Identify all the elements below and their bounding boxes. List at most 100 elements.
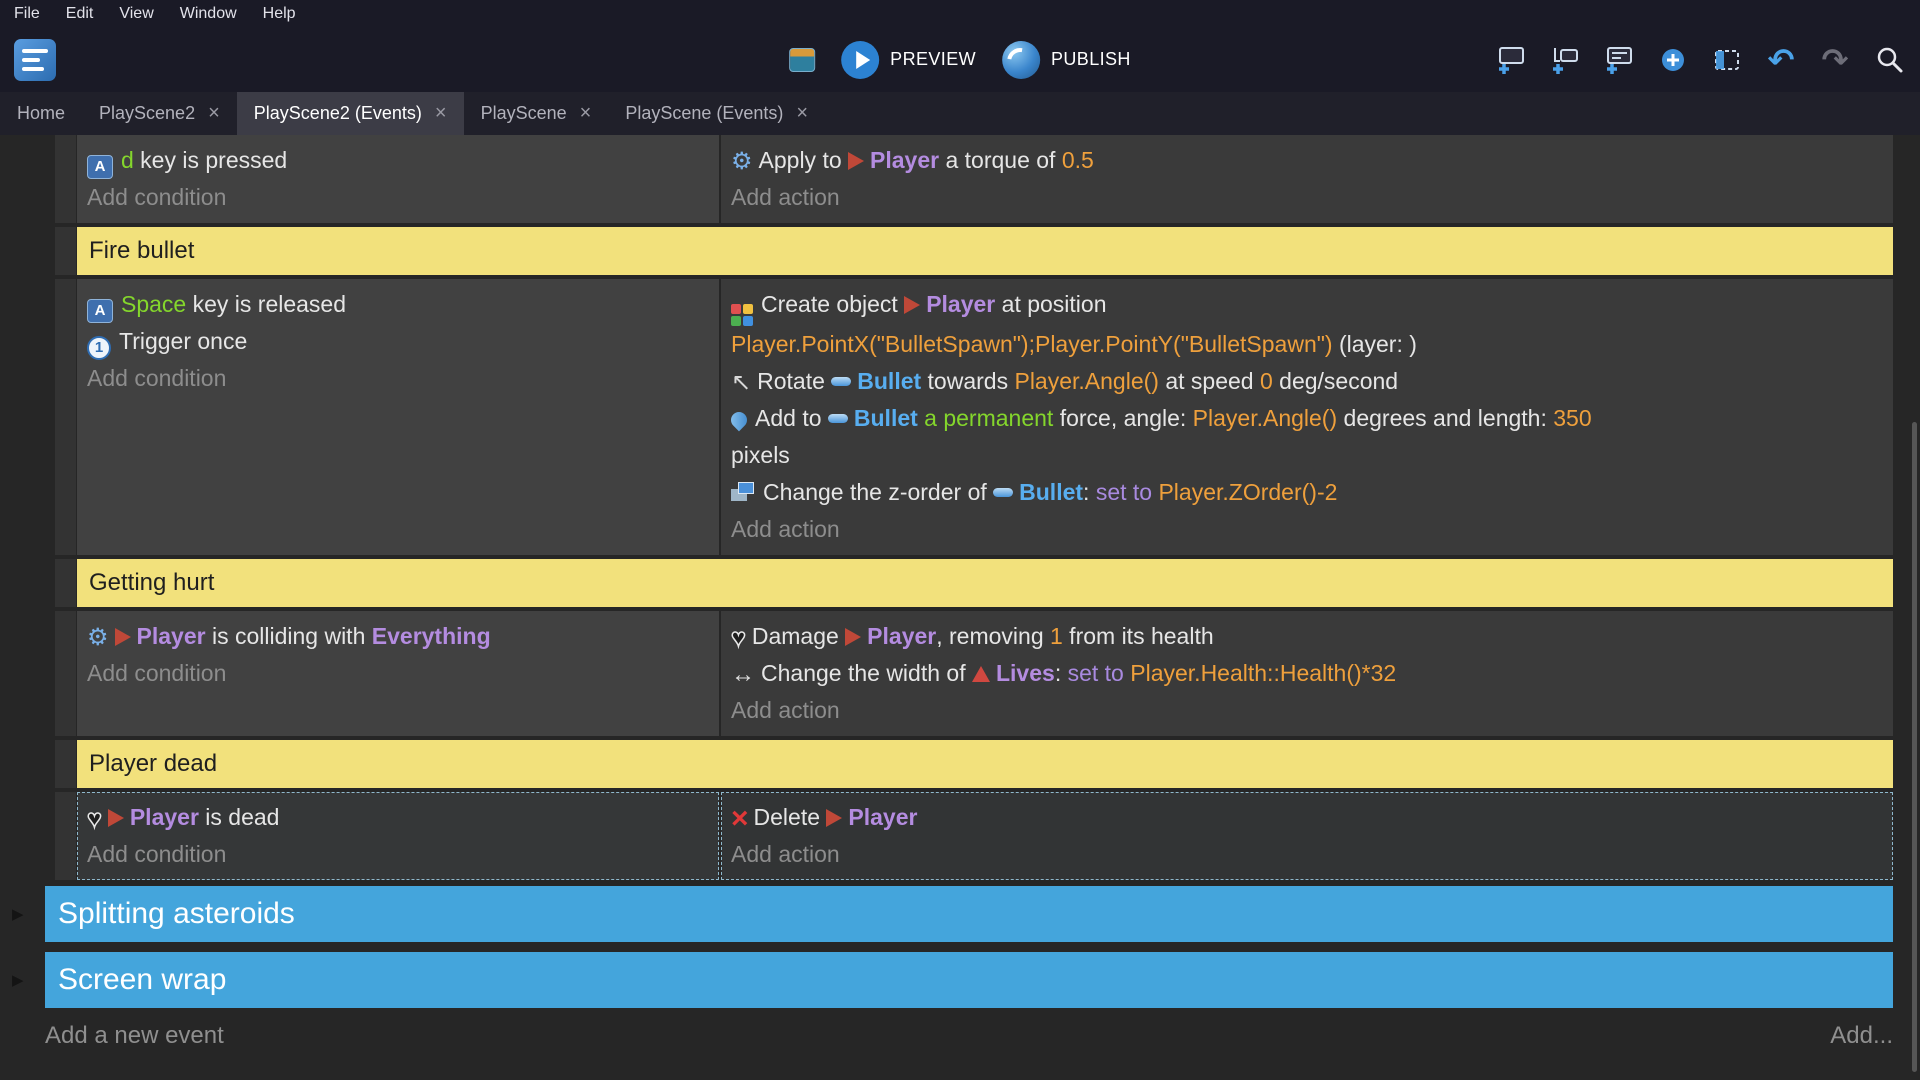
add-comment-icon[interactable]	[1602, 43, 1636, 77]
event-drag-handle[interactable]	[55, 279, 76, 555]
tab-playscene2[interactable]: PlayScene2 ×	[82, 92, 237, 135]
collapse-arrow-icon[interactable]: ▶	[12, 905, 24, 923]
add-condition-button[interactable]: Add condition	[87, 179, 719, 216]
tab-label: PlayScene2	[99, 103, 195, 124]
condition[interactable]: 1Trigger once	[87, 323, 719, 360]
preview-label: PREVIEW	[890, 49, 976, 70]
event[interactable]: ⚙Player is colliding with EverythingAdd …	[55, 611, 1893, 736]
comment-event[interactable]: Getting hurt	[77, 559, 1893, 607]
group-event[interactable]: Screen wrap	[45, 952, 1893, 1008]
player-object-icon	[904, 296, 920, 314]
menu-item-view[interactable]: View	[119, 5, 153, 23]
preview-button[interactable]: PREVIEW	[841, 41, 976, 79]
action[interactable]: Change the z-order of Bullet: set to Pla…	[731, 474, 1893, 511]
add-condition-button[interactable]: Add condition	[87, 360, 719, 397]
bullet-object-icon	[831, 377, 851, 386]
action[interactable]: ♥Damage Player, removing 1 from its heal…	[731, 618, 1893, 655]
player-object-icon	[848, 152, 864, 170]
add-action-button[interactable]: Add action	[731, 179, 1893, 216]
condition[interactable]: ⚙Player is colliding with Everything	[87, 618, 719, 655]
condition[interactable]: ASpace key is released	[87, 286, 719, 323]
rotate-icon: ↖	[731, 371, 751, 395]
player-object-icon	[115, 628, 131, 646]
gear-icon: ⚙	[731, 150, 753, 174]
add-action-button[interactable]: Add action	[731, 511, 1893, 548]
trigger-once-icon: 1	[87, 336, 111, 360]
player-object-icon	[108, 809, 124, 827]
action[interactable]: ↖Rotate Bullet towards Player.Angle() at…	[731, 363, 1893, 400]
create-object-icon	[731, 304, 753, 326]
delete-icon: ×	[731, 808, 749, 830]
search-icon[interactable]	[1872, 43, 1906, 77]
scrollbar-thumb[interactable]	[1912, 422, 1917, 1072]
action[interactable]: ×Delete Player	[731, 799, 1893, 836]
add-event-icon[interactable]	[1494, 43, 1528, 77]
events-list: Ad key is pressedAdd condition⚙Apply to …	[0, 135, 1920, 1008]
group-row: ▶Splitting asteroids	[45, 886, 1893, 942]
tab-home[interactable]: Home	[0, 92, 82, 135]
add-condition-button[interactable]: Add condition	[87, 836, 719, 873]
toolbar-right: ↶↷	[1494, 43, 1906, 77]
conditions-column: Ad key is pressedAdd condition	[77, 135, 719, 223]
add-other-icon[interactable]	[1656, 43, 1690, 77]
keyboard-key-icon: A	[87, 299, 113, 323]
event[interactable]: ♥Player is deadAdd condition×Delete Play…	[55, 792, 1893, 880]
event-drag-handle[interactable]	[55, 611, 76, 736]
event-drag-handle[interactable]	[55, 227, 76, 275]
add-action-button[interactable]: Add action	[731, 692, 1893, 729]
action[interactable]: Add to Bullet a permanent force, angle: …	[731, 400, 1893, 474]
menu-item-edit[interactable]: Edit	[66, 5, 94, 23]
collapse-arrow-icon[interactable]: ▶	[12, 971, 24, 989]
menu-bar: File Edit View Window Help	[0, 0, 1920, 27]
tab-playscene-events[interactable]: PlayScene (Events)×	[608, 92, 825, 135]
action[interactable]: ↔Change the width of Lives: set to Playe…	[731, 655, 1893, 692]
action[interactable]: ⚙Apply to Player a torque of 0.5	[731, 142, 1893, 179]
tab-label: PlayScene	[481, 103, 567, 124]
menu-item-window[interactable]: Window	[180, 5, 237, 23]
add-condition-button[interactable]: Add condition	[87, 655, 719, 692]
add-subevent-icon[interactable]	[1548, 43, 1582, 77]
add-action-button[interactable]: Add action	[731, 836, 1893, 873]
comment-row: Fire bullet	[55, 227, 1893, 275]
gdevelop-logo-icon[interactable]	[14, 39, 56, 81]
conditions-column: ASpace key is released1Trigger onceAdd c…	[77, 279, 719, 555]
event[interactable]: ASpace key is released1Trigger onceAdd c…	[55, 279, 1893, 555]
publish-button[interactable]: PUBLISH	[1002, 41, 1131, 79]
redo-icon[interactable]: ↷	[1818, 43, 1852, 77]
actions-column: ×Delete PlayerAdd action	[721, 792, 1893, 880]
event-drag-handle[interactable]	[55, 559, 76, 607]
add-new-event-button[interactable]: Add a new event	[45, 1022, 224, 1050]
tab-close-icon[interactable]: ×	[796, 102, 808, 125]
event-drag-handle[interactable]	[55, 792, 76, 880]
menu-item-help[interactable]: Help	[263, 5, 296, 23]
undo-icon[interactable]: ↶	[1764, 43, 1798, 77]
tab-close-icon[interactable]: ×	[435, 102, 447, 125]
condition[interactable]: ♥Player is dead	[87, 799, 719, 836]
tab-playscene[interactable]: PlayScene ×	[464, 92, 609, 135]
tab-close-icon[interactable]: ×	[580, 102, 592, 125]
action[interactable]: Create object Player at positionPlayer.P…	[731, 286, 1893, 363]
actions-column: ⚙Apply to Player a torque of 0.5Add acti…	[721, 135, 1893, 223]
debugger-icon[interactable]	[789, 48, 815, 72]
player-object-icon	[826, 809, 842, 827]
gdevelop-window: File Edit View Window Help PREVIEW PUBLISH ↶…	[0, 0, 1920, 1080]
tab-playscene2-events[interactable]: PlayScene2 (Events)×	[237, 92, 464, 135]
event[interactable]: Ad key is pressedAdd condition⚙Apply to …	[55, 135, 1893, 223]
event-drag-handle[interactable]	[55, 135, 76, 223]
force-icon	[728, 409, 751, 432]
group-event[interactable]: Splitting asteroids	[45, 886, 1893, 942]
gear-icon: ⚙	[87, 626, 109, 650]
play-icon	[841, 41, 879, 79]
menu-item-file[interactable]: File	[14, 5, 40, 23]
choose-event-icon[interactable]	[1710, 43, 1744, 77]
conditions-column: ♥Player is deadAdd condition	[77, 792, 719, 880]
event-drag-handle[interactable]	[55, 740, 76, 788]
comment-event[interactable]: Fire bullet	[77, 227, 1893, 275]
condition[interactable]: Ad key is pressed	[87, 142, 719, 179]
tab-close-icon[interactable]: ×	[208, 102, 220, 125]
lives-object-icon	[972, 666, 990, 682]
add-button[interactable]: Add...	[1830, 1022, 1893, 1050]
comment-event[interactable]: Player dead	[77, 740, 1893, 788]
publish-icon	[1002, 41, 1040, 79]
publish-label: PUBLISH	[1051, 49, 1131, 70]
